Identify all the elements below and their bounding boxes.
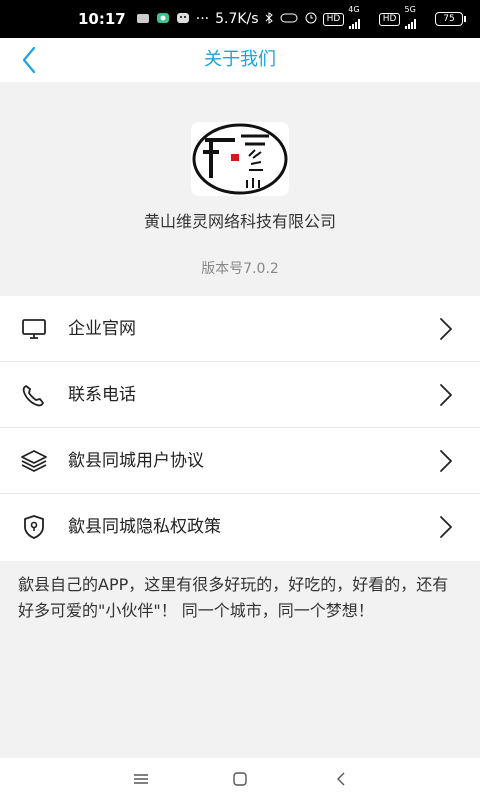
about-menu: 企业官网 联系电话 歙县同城用户协议 歙县同城隐私权政策	[0, 296, 480, 561]
menu-item-label: 歙县同城用户协议	[68, 451, 204, 471]
chevron-right-icon	[440, 384, 452, 406]
alarm-icon	[305, 12, 317, 27]
network-speed: 5.7K/s	[215, 11, 259, 27]
app-header: 关于我们	[0, 38, 480, 82]
menu-item-label: 企业官网	[68, 319, 136, 339]
face-notification-icon	[176, 12, 190, 27]
about-panel: 黄山维灵网络科技有限公司 版本号7.0.2	[0, 82, 480, 296]
app-notification-icon	[156, 12, 170, 27]
chevron-right-icon	[440, 318, 452, 340]
hd-badge-2: HD	[378, 12, 401, 26]
bluetooth-icon	[265, 11, 273, 27]
menu-item-privacy-policy[interactable]: 歙县同城隐私权政策	[0, 494, 480, 561]
vibrate-icon	[279, 12, 299, 27]
monitor-icon	[22, 319, 46, 339]
company-logo	[191, 122, 289, 196]
menu-item-user-agreement[interactable]: 歙县同城用户协议	[0, 428, 480, 494]
layers-icon	[21, 450, 47, 472]
menu-item-phone[interactable]: 联系电话	[0, 362, 480, 428]
battery-level: 75	[435, 12, 463, 26]
signal-icon-1: 4G	[348, 5, 373, 33]
chevron-right-icon	[440, 450, 452, 472]
app-description: 歙县自己的APP，这里有很多好玩的，好吃的，好看的，还有好多可爱的"小伙伴"！ …	[18, 575, 449, 620]
home-icon[interactable]	[230, 769, 250, 789]
company-name: 黄山维灵网络科技有限公司	[143, 212, 336, 231]
shield-icon	[24, 515, 44, 539]
status-bar: 10:17 ··· 5.7K/s HD 4G HD 5G 75	[0, 0, 480, 38]
phone-icon	[22, 385, 44, 407]
menu-item-label: 歙县同城隐私权政策	[68, 517, 221, 537]
more-notifications: ···	[195, 11, 210, 27]
battery-icon: 75	[435, 12, 466, 26]
status-time: 10:17	[78, 10, 126, 28]
hd-badge-1: HD	[322, 12, 345, 26]
menu-item-label: 联系电话	[68, 385, 136, 405]
app-version: 版本号7.0.2	[201, 261, 279, 277]
signal-icon-2: 5G	[404, 5, 429, 33]
back-nav-icon[interactable]	[331, 769, 351, 789]
chevron-right-icon	[440, 516, 452, 538]
notification-icon	[136, 12, 150, 27]
page-title: 关于我们	[204, 49, 276, 70]
menu-item-website[interactable]: 企业官网	[0, 296, 480, 362]
menu-icon[interactable]	[131, 769, 151, 789]
system-nav-bar	[0, 758, 480, 800]
